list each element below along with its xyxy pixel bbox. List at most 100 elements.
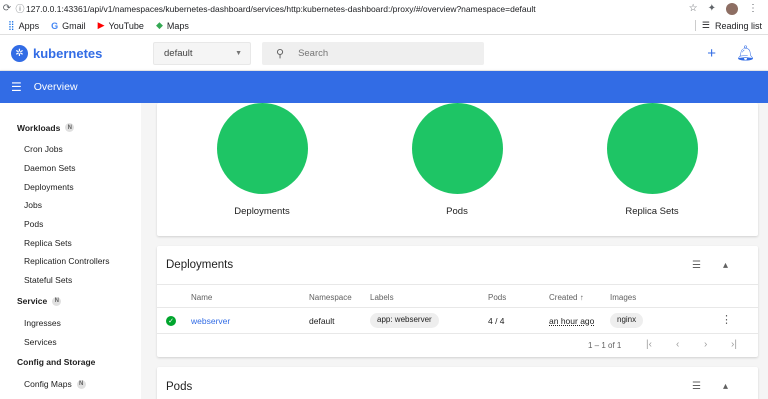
column-labels: Labels bbox=[370, 293, 394, 302]
create-plus-icon[interactable]: + bbox=[707, 45, 716, 62]
deployments-chart-label: Deployments bbox=[234, 206, 290, 217]
bookmark-label: YouTube bbox=[108, 20, 144, 31]
sidebar-item-stateful-sets[interactable]: Stateful Sets bbox=[0, 271, 141, 290]
bookmark-label: Apps bbox=[18, 20, 40, 31]
bookmark-gmail[interactable]: G Gmail bbox=[51, 21, 86, 31]
deployments-card: Deployments ☰ ▴ Name Namespace Labels Po… bbox=[157, 246, 758, 357]
column-namespace[interactable]: Namespace bbox=[309, 293, 352, 302]
google-icon: G bbox=[51, 20, 59, 31]
bookmark-apps[interactable]: ⣿ Apps bbox=[8, 20, 39, 31]
collapse-chevron-up-icon[interactable]: ▴ bbox=[723, 260, 728, 271]
sidebar: Workloads N Cron Jobs Daemon Sets Deploy… bbox=[0, 103, 141, 399]
youtube-icon: ▶ bbox=[97, 20, 105, 30]
bookmark-youtube[interactable]: ▶ YouTube bbox=[98, 20, 144, 31]
main-content: Deployments Pods Replica Sets Deployment… bbox=[141, 103, 768, 399]
reading-list-label: Reading list bbox=[714, 20, 762, 31]
replica-sets-chart-label: Replica Sets bbox=[625, 206, 679, 217]
hamburger-menu-icon[interactable]: ☰ bbox=[11, 80, 22, 94]
sidebar-item-replication-controllers[interactable]: Replication Controllers bbox=[0, 252, 141, 271]
item-label: Config Maps bbox=[24, 379, 72, 390]
column-created[interactable]: Created ↑ bbox=[549, 293, 584, 302]
sidebar-section-workloads[interactable]: Workloads N bbox=[0, 119, 141, 136]
collapse-chevron-up-icon[interactable]: ▴ bbox=[723, 381, 728, 392]
pods-status-chart bbox=[412, 103, 503, 194]
first-page-icon[interactable]: |‹ bbox=[646, 339, 652, 350]
browser-url-bar: ⟳ ⓘ 127.0.0.1:43361/api/v1/namespaces/ku… bbox=[0, 0, 768, 17]
profile-avatar[interactable] bbox=[726, 2, 738, 15]
brand-name: kubernetes bbox=[33, 45, 103, 61]
sidebar-section-service[interactable]: Service N bbox=[0, 293, 141, 310]
pods-chart-label: Pods bbox=[446, 206, 468, 217]
kubernetes-logo[interactable]: ✲ kubernetes bbox=[11, 44, 153, 62]
pagination: 1 – 1 of 1 |‹ ‹ › ›| bbox=[157, 334, 758, 357]
status-ok-icon: ✓ bbox=[166, 316, 176, 326]
previous-page-icon[interactable]: ‹ bbox=[676, 339, 679, 350]
notifications-bell-icon[interactable]: 🔔︎ bbox=[736, 44, 755, 62]
column-name[interactable]: Name bbox=[191, 293, 212, 302]
site-info-icon[interactable]: ⓘ bbox=[14, 2, 26, 15]
section-label: Service bbox=[17, 296, 48, 306]
reload-icon[interactable]: ⟳ bbox=[0, 3, 14, 14]
kubernetes-wheel-icon: ✲ bbox=[11, 44, 28, 62]
row-actions-kebab-icon[interactable]: ⋮ bbox=[721, 313, 732, 326]
sidebar-item-services[interactable]: Services bbox=[0, 332, 141, 351]
sort-arrow-icon: ↑ bbox=[579, 293, 584, 302]
next-page-icon[interactable]: › bbox=[704, 339, 707, 350]
section-label: Config and Storage bbox=[17, 357, 96, 368]
namespace-select[interactable]: default ▼ bbox=[153, 41, 251, 65]
bookmark-label: Maps bbox=[166, 20, 189, 31]
namespace-value: default bbox=[164, 47, 193, 59]
bookmark-star-icon[interactable]: ☆ bbox=[689, 3, 698, 14]
reading-list[interactable]: ☰ Reading list bbox=[694, 20, 768, 31]
bookmark-maps[interactable]: ◆ Maps bbox=[156, 20, 189, 31]
last-page-icon[interactable]: ›| bbox=[731, 339, 737, 350]
sidebar-item-config-maps[interactable]: Config Maps N bbox=[0, 375, 141, 394]
url-text[interactable]: 127.0.0.1:43361/api/v1/namespaces/kubern… bbox=[26, 4, 689, 14]
reading-list-icon: ☰ bbox=[701, 20, 710, 30]
maps-icon: ◆ bbox=[155, 20, 163, 30]
deployment-pods: 4 / 4 bbox=[488, 316, 505, 326]
table-row: ✓ webserver default app: webserver 4 / 4… bbox=[157, 308, 758, 334]
deployments-status-chart bbox=[217, 103, 308, 194]
sidebar-item-daemon-sets[interactable]: Daemon Sets bbox=[0, 159, 141, 178]
filter-icon[interactable]: ☰ bbox=[692, 381, 701, 392]
extensions-icon[interactable]: ✦ bbox=[708, 3, 716, 14]
table-header: Name Namespace Labels Pods Created ↑ Ima… bbox=[157, 286, 758, 308]
sidebar-section-config-and-storage[interactable]: Config and Storage bbox=[0, 354, 141, 371]
app-header: ✲ kubernetes default ▼ ⚲ Search + 🔔︎ bbox=[0, 36, 768, 71]
column-images: Images bbox=[610, 293, 637, 302]
namespaced-badge: N bbox=[65, 123, 75, 132]
deployments-card-header: Deployments ☰ ▴ bbox=[157, 246, 758, 285]
namespaced-badge: N bbox=[76, 379, 86, 389]
filter-icon[interactable]: ☰ bbox=[692, 260, 701, 271]
deployment-created: an hour ago bbox=[549, 316, 595, 326]
sidebar-item-cron-jobs[interactable]: Cron Jobs bbox=[0, 140, 141, 159]
search-placeholder: Search bbox=[298, 47, 329, 59]
sidebar-item-ingresses[interactable]: Ingresses bbox=[0, 314, 141, 333]
search-input[interactable]: ⚲ Search bbox=[262, 41, 484, 65]
section-label: Workloads bbox=[17, 122, 61, 133]
page-toolbar: ☰ Overview bbox=[0, 71, 768, 103]
deployment-name-link[interactable]: webserver bbox=[191, 316, 230, 326]
chevron-down-icon: ▼ bbox=[235, 49, 242, 57]
pagination-range: 1 – 1 of 1 bbox=[588, 341, 622, 350]
image-chip: nginx bbox=[610, 313, 644, 328]
sidebar-item-deployments[interactable]: Deployments bbox=[0, 177, 141, 196]
namespaced-badge: N bbox=[52, 296, 62, 306]
search-icon: ⚲ bbox=[276, 47, 285, 60]
label-chip: app: webserver bbox=[370, 313, 439, 328]
pods-card-header: Pods ☰ ▴ bbox=[157, 367, 758, 399]
column-created-label: Created bbox=[549, 293, 578, 302]
bookmarks-bar: ⣿ Apps G Gmail ▶ YouTube ◆ Maps ☰ Readin… bbox=[0, 17, 768, 35]
page-title: Overview bbox=[33, 81, 78, 93]
workload-status-card: Deployments Pods Replica Sets bbox=[157, 103, 758, 236]
sidebar-item-jobs[interactable]: Jobs bbox=[0, 196, 141, 215]
browser-menu-icon[interactable]: ⋮ bbox=[748, 3, 758, 14]
sidebar-item-pods[interactable]: Pods bbox=[0, 215, 141, 234]
card-title: Deployments bbox=[166, 259, 234, 271]
replica-sets-status-chart bbox=[607, 103, 698, 194]
bookmark-label: Gmail bbox=[62, 20, 86, 31]
sidebar-item-replica-sets[interactable]: Replica Sets bbox=[0, 233, 141, 252]
card-title: Pods bbox=[166, 380, 193, 393]
apps-grid-icon: ⣿ bbox=[8, 20, 15, 30]
